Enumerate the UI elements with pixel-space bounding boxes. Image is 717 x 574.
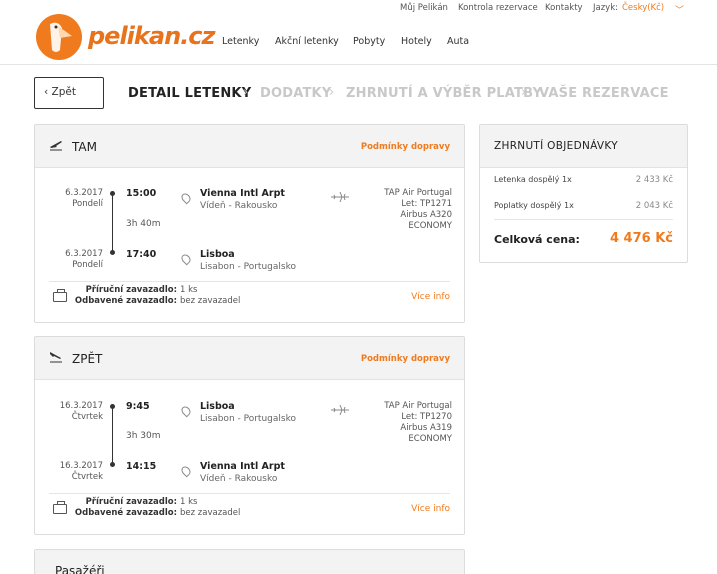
departure-city: Lisabon - Portugalsko [200,414,296,424]
arrival-airport: Vienna Intl Arpt [200,461,285,472]
step-extras: DODATKY [260,86,332,101]
outbound-flight-card: TAM Podmínky dopravy 6.3.2017 Pondelí 15:… [34,124,465,323]
ticket-price-label: Letenka dospělý 1x [494,175,572,184]
total-price-value: 4 476 Kč [609,231,673,246]
order-summary-card: ZHRNUTÍ OBJEDNÁVKY Letenka dospělý 1x 2 … [479,124,688,263]
map-pin-icon [179,191,193,205]
utility-bar: Můj Pelikán Kontrola rezervace Kontakty … [0,0,717,16]
step-your-reservation: VAŠE REZERVACE [539,86,669,101]
more-info-link[interactable]: Více info [411,504,450,514]
step-separator: › [521,85,527,100]
airline-name: TAP Air Portugal [384,188,452,198]
baggage-values: 1 ks bez zavazadel [180,497,241,518]
timeline-dot [110,250,115,255]
outbound-card-header: TAM Podmínky dopravy [35,125,464,168]
nav-holidays[interactable]: Pobyty [353,36,385,47]
back-button[interactable]: ‹ Zpět [34,77,104,109]
nav-flight-deals[interactable]: Akční letenky [275,36,339,47]
baggage-values: 1 ks bez zavazadel [180,285,241,306]
arrival-airport: Lisboa [200,249,235,260]
suitcase-icon [53,501,67,514]
timeline-dot [110,462,115,467]
divider [49,281,450,282]
departure-airport: Lisboa [200,401,235,412]
departure-date: 6.3.2017 Pondelí [65,188,103,209]
ticket-price-value: 2 433 Kč [635,175,673,185]
departure-time: 9:45 [126,401,150,412]
chevron-left-icon: ‹ [44,86,52,98]
step-separator: › [243,85,249,100]
map-pin-icon [179,404,193,418]
arrival-city: Vídeň - Rakousko [200,474,278,484]
header-divider [0,64,717,65]
check-reservation-link[interactable]: Kontrola rezervace [458,3,538,13]
back-label: Zpět [51,86,76,98]
airplane-takeoff-icon [49,137,63,155]
language-selector[interactable]: Česky(Kč) [622,3,664,13]
step-separator: › [329,85,335,100]
order-summary-title: ZHRNUTÍ OBJEDNÁVKY [494,140,618,152]
nav-hotels[interactable]: Hotely [401,36,432,47]
contacts-link[interactable]: Kontakty [545,3,583,13]
passengers-title: Pasažéři [55,564,105,574]
step-summary-payment: ZHRNUTÍ A VÝBĚR PLATBY [346,86,543,101]
fees-value: 2 043 Kč [635,201,673,211]
flight-number: Let: TP1271 [401,199,452,209]
aircraft-type: Airbus A319 [400,423,452,433]
carrier-info: TAP Air Portugal Let: TP1271 Airbus A320… [342,188,452,232]
airplane-landing-icon [49,349,63,367]
arrival-time: 14:15 [126,461,157,472]
airline-name: TAP Air Portugal [384,401,452,411]
flight-duration: 3h 40m [126,219,161,229]
my-account-link[interactable]: Můj Pelikán [400,3,448,13]
flight-number: Let: TP1270 [401,412,452,422]
chevron-down-icon[interactable]: ﹀ [675,3,684,16]
inbound-title: ZPĚT [72,352,103,366]
suitcase-icon [53,289,67,302]
outbound-title: TAM [72,140,97,154]
aircraft-type: Airbus A320 [400,210,452,220]
more-info-link[interactable]: Více info [411,292,450,302]
pelikan-logo-icon[interactable] [36,14,82,60]
departure-time: 15:00 [126,188,157,199]
timeline-line [112,406,113,463]
brand-logo-text[interactable]: pelikan.cz [88,22,215,50]
order-summary-header: ZHRNUTÍ OBJEDNÁVKY [480,125,687,168]
cabin-class: ECONOMY [408,221,452,231]
arrival-date: 6.3.2017 Pondelí [65,249,103,270]
arrival-city: Lisabon - Portugalsko [200,262,296,272]
departure-city: Vídeň - Rakousko [200,201,278,211]
map-pin-icon [179,252,193,266]
arrival-time: 17:40 [126,249,157,260]
flight-duration: 3h 30m [126,431,161,441]
departure-airport: Vienna Intl Arpt [200,188,285,199]
nav-flights[interactable]: Letenky [222,36,259,47]
passengers-card: Pasažéři [34,549,465,574]
divider [49,493,450,494]
transport-conditions-link[interactable]: Podmínky dopravy [361,354,450,364]
inbound-flight-card: ZPĚT Podmínky dopravy 16.3.2017 Čtvrtek 9… [34,336,465,535]
language-label: Jazyk: [593,3,618,13]
carrier-info: TAP Air Portugal Let: TP1270 Airbus A319… [342,401,452,445]
nav-cars[interactable]: Auta [447,36,469,47]
timeline-line [112,193,113,251]
total-price-label: Celková cena: [494,233,580,246]
baggage-labels: Příruční zavazadlo: Odbavené zavazadlo: [74,497,177,518]
departure-date: 16.3.2017 Čtvrtek [59,401,103,422]
baggage-labels: Příruční zavazadlo: Odbavené zavazadlo: [74,285,177,306]
arrival-date: 16.3.2017 Čtvrtek [59,461,103,482]
fees-label: Poplatky dospělý 1x [494,201,574,210]
divider [494,219,673,220]
cabin-class: ECONOMY [408,434,452,444]
step-ticket-detail: DETAIL LETENKY [128,86,252,101]
inbound-card-header: ZPĚT Podmínky dopravy [35,337,464,380]
transport-conditions-link[interactable]: Podmínky dopravy [361,142,450,152]
map-pin-icon [179,464,193,478]
